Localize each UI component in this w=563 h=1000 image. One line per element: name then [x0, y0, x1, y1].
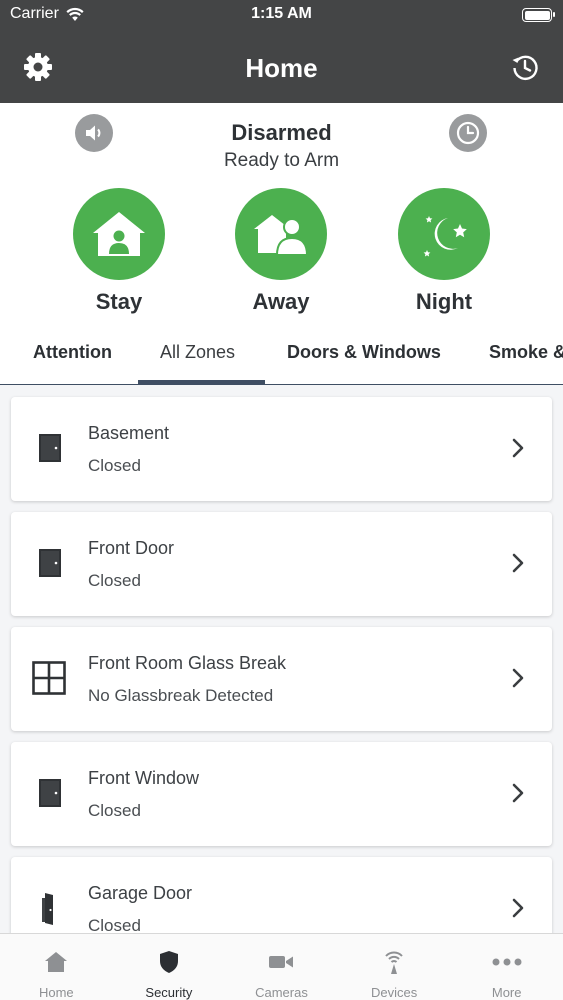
clock-icon — [456, 121, 480, 145]
exit-delay-button[interactable] — [449, 114, 487, 152]
door-icon — [39, 779, 61, 807]
chevron-right-icon — [512, 668, 524, 688]
arm-night-button[interactable]: Night — [389, 188, 499, 315]
status-bar: Carrier 1:15 AM — [0, 0, 563, 30]
zone-filter-tabs: Attention All Zones Doors & Windows Smok… — [0, 335, 563, 385]
door-icon — [39, 434, 61, 462]
zone-card-basement[interactable]: Basement Closed — [11, 397, 552, 501]
zone-state: Closed — [88, 456, 141, 475]
tab-doors-windows[interactable]: Doors & Windows — [287, 335, 441, 384]
chevron-right-icon — [512, 783, 524, 803]
battery-icon — [522, 8, 555, 22]
zone-list: Basement Closed Front Door Closed Front … — [0, 385, 563, 933]
tab-smoke[interactable]: Smoke & — [489, 335, 563, 384]
zone-state: Closed — [88, 801, 141, 820]
bottom-tab-bar: Home Security Cameras Devices More — [0, 933, 563, 1000]
shield-icon — [159, 951, 178, 973]
chevron-right-icon — [512, 898, 524, 918]
zone-name: Front Window — [88, 768, 200, 788]
tabbar-more[interactable]: More — [450, 934, 563, 1000]
zone-name: Front Door — [88, 538, 175, 558]
zone-state: No Glassbreak Detected — [88, 686, 274, 705]
history-icon — [512, 55, 538, 80]
zone-card-front-room-glass-break[interactable]: Front Room Glass Break No Glassbreak Det… — [11, 627, 552, 731]
window-grid-icon — [32, 661, 66, 695]
tabbar-devices-label: Devices — [370, 985, 418, 1000]
zone-state: Closed — [88, 571, 141, 590]
tabbar-home-label: Home — [38, 985, 74, 1000]
tab-all-zones[interactable]: All Zones — [160, 335, 235, 384]
zone-name: Garage Door — [88, 883, 193, 903]
stay-house-person-icon — [93, 212, 145, 256]
home-icon — [45, 952, 68, 972]
active-tab-indicator — [138, 380, 265, 384]
away-house-people-icon — [254, 215, 309, 256]
page-title: Home — [245, 53, 318, 83]
tabbar-cameras-label: Cameras — [255, 985, 308, 1000]
arm-substatus: Ready to Arm — [223, 150, 340, 171]
history-button[interactable] — [508, 50, 542, 84]
arm-night-label: Night — [415, 289, 473, 314]
door-side-icon — [42, 893, 53, 925]
status-time: 1:15 AM — [251, 5, 312, 22]
video-camera-icon — [269, 956, 294, 968]
tab-attention[interactable]: Attention — [33, 335, 112, 384]
zone-state: Closed — [88, 916, 141, 933]
tabbar-security[interactable]: Security — [113, 934, 226, 1000]
chevron-right-icon — [512, 553, 524, 573]
tabbar-devices[interactable]: Devices — [338, 934, 451, 1000]
zone-name: Front Room Glass Break — [88, 653, 287, 673]
tabbar-cameras[interactable]: Cameras — [225, 934, 338, 1000]
arm-stay-label: Stay — [95, 289, 143, 314]
more-dots-icon — [492, 958, 522, 966]
zone-card-front-door[interactable]: Front Door Closed — [11, 512, 552, 616]
chevron-right-icon — [512, 438, 524, 458]
arm-away-label: Away — [252, 289, 310, 314]
door-icon — [39, 549, 61, 577]
zone-card-garage-door[interactable]: Garage Door Closed — [11, 857, 552, 933]
arm-away-button[interactable]: Away — [226, 188, 336, 315]
arm-panel: Disarmed Ready to Arm Stay Away Night At… — [0, 103, 563, 385]
tabbar-security-label: Security — [145, 985, 193, 1000]
moon-stars-icon — [423, 216, 467, 257]
arm-stay-button[interactable]: Stay — [64, 188, 174, 315]
wireless-device-icon — [385, 951, 403, 974]
tabbar-more-label: More — [491, 985, 522, 1000]
top-bar: Carrier 1:15 AM Home — [0, 0, 563, 103]
tabbar-home[interactable]: Home — [0, 934, 113, 1000]
zone-card-front-window[interactable]: Front Window Closed — [11, 742, 552, 846]
zone-name: Basement — [88, 423, 170, 443]
